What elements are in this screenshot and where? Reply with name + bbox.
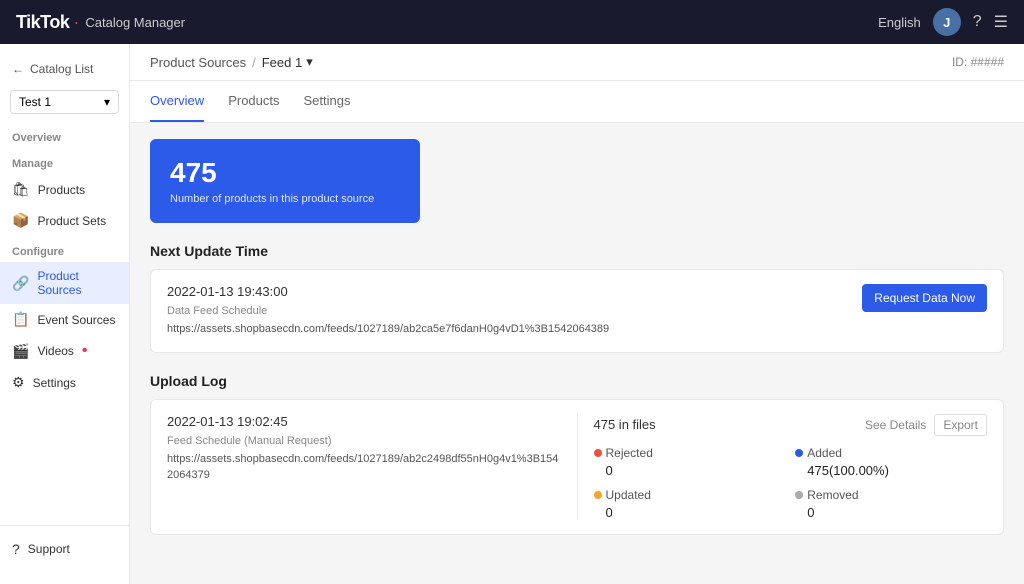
sidebar-item-product-sources[interactable]: 🔗 Product Sources (0, 262, 129, 304)
content-header: Product Sources / Feed 1 ▾ ID: ##### (130, 44, 1024, 81)
chevron-down-icon: ▾ (104, 95, 110, 109)
tiktok-logo-text: TikTok (16, 12, 69, 33)
breadcrumb-current: Feed 1 ▾ (262, 54, 313, 70)
sidebar-item-videos[interactable]: 🎬 Videos • (0, 335, 129, 367)
updated-value: 0 (594, 505, 786, 520)
sidebar-section-overview: Overview (0, 122, 129, 148)
product-sources-icon: 🔗 (12, 275, 29, 292)
sidebar-section-configure: Configure (0, 236, 129, 262)
update-time: 2022-01-13 19:43:00 (167, 284, 850, 299)
stat-rejected: Rejected 0 (594, 446, 786, 478)
product-sets-icon: 📦 (12, 212, 29, 229)
breadcrumb-separator: / (252, 55, 256, 70)
export-button[interactable]: Export (934, 414, 987, 436)
upload-log-right: 475 in files See Details Export Rejected (578, 414, 988, 520)
stat-removed: Removed 0 (795, 488, 987, 520)
feed-id: ID: ##### (952, 55, 1004, 69)
tabs-bar: Overview Products Settings (130, 81, 1024, 123)
stat-added: Added 475(100.00%) (795, 446, 987, 478)
back-icon: ← (12, 62, 24, 76)
rejected-value: 0 (594, 463, 786, 478)
main-layout: ← Catalog List Test 1 ▾ Overview Manage … (0, 44, 1024, 584)
menu-icon[interactable]: ☰ (994, 12, 1008, 32)
next-update-title: Next Update Time (150, 243, 1004, 259)
catalog-selector[interactable]: Test 1 ▾ (10, 90, 119, 114)
products-count-label: Number of products in this product sourc… (170, 193, 400, 205)
breadcrumb-parent[interactable]: Product Sources (150, 55, 246, 70)
sidebar-item-product-sets[interactable]: 📦 Product Sets (0, 205, 129, 236)
tab-products[interactable]: Products (228, 81, 279, 122)
event-sources-icon: 📋 (12, 311, 29, 328)
upload-log-schedule: Feed Schedule (Manual Request) (167, 435, 561, 447)
upload-stats-header: 475 in files See Details Export (594, 414, 988, 436)
upload-log-title: Upload Log (150, 373, 1004, 389)
stats-card: 475 Number of products in this product s… (150, 139, 420, 223)
update-feed-url: https://assets.shopbasecdn.com/feeds/102… (167, 321, 850, 338)
language-selector[interactable]: English (878, 15, 921, 30)
inner-content: 475 Number of products in this product s… (130, 123, 1024, 551)
sidebar-item-support[interactable]: ? Support (0, 534, 129, 564)
stat-updated: Updated 0 (594, 488, 786, 520)
upload-stats-grid: Rejected 0 Added 475(100.00%) (594, 446, 988, 520)
topnav-left: TikTok · Catalog Manager (16, 12, 185, 33)
upload-files-label: 475 in files (594, 417, 656, 432)
removed-value: 0 (795, 505, 987, 520)
upload-log-time: 2022-01-13 19:02:45 (167, 414, 561, 429)
request-data-now-button[interactable]: Request Data Now (862, 284, 987, 312)
help-icon[interactable]: ? (973, 13, 982, 31)
topnav-right: English J ? ☰ (878, 8, 1008, 36)
settings-icon: ⚙ (12, 374, 25, 391)
chevron-down-icon[interactable]: ▾ (306, 54, 313, 70)
support-icon: ? (12, 541, 20, 557)
breadcrumb: Product Sources / Feed 1 ▾ (150, 54, 313, 70)
removed-dot (795, 491, 803, 499)
tiktok-logo: TikTok · (16, 12, 79, 33)
update-schedule-label: Data Feed Schedule (167, 305, 850, 317)
upload-log-card: 2022-01-13 19:02:45 Feed Schedule (Manua… (150, 399, 1004, 535)
upload-log-left: 2022-01-13 19:02:45 Feed Schedule (Manua… (167, 414, 578, 520)
sidebar-section-manage: Manage (0, 148, 129, 174)
topnav: TikTok · Catalog Manager English J ? ☰ (0, 0, 1024, 44)
see-details-button[interactable]: See Details (865, 414, 926, 436)
upload-actions: See Details Export (865, 414, 987, 436)
catalog-list-back[interactable]: ← Catalog List (0, 56, 129, 82)
videos-badge: • (82, 342, 88, 360)
sidebar-item-products[interactable]: 🛍 Products (0, 174, 129, 205)
update-card-left: 2022-01-13 19:43:00 Data Feed Schedule h… (167, 284, 850, 338)
tiktok-logo-dot: · (73, 12, 79, 33)
sidebar-item-settings[interactable]: ⚙ Settings (0, 367, 129, 398)
sidebar-bottom: ? Support (0, 525, 129, 572)
tab-overview[interactable]: Overview (150, 81, 204, 122)
rejected-dot (594, 449, 602, 457)
sidebar: ← Catalog List Test 1 ▾ Overview Manage … (0, 44, 130, 584)
next-update-card: 2022-01-13 19:43:00 Data Feed Schedule h… (150, 269, 1004, 353)
catalog-manager-label: Catalog Manager (85, 15, 185, 30)
sidebar-item-event-sources[interactable]: 📋 Event Sources (0, 304, 129, 335)
added-dot (795, 449, 803, 457)
upload-log-url: https://assets.shopbasecdn.com/feeds/102… (167, 451, 561, 484)
added-value: 475(100.00%) (795, 463, 987, 478)
products-icon: 🛍 (12, 181, 30, 198)
avatar[interactable]: J (933, 8, 961, 36)
tab-settings[interactable]: Settings (304, 81, 351, 122)
videos-icon: 🎬 (12, 343, 29, 360)
updated-dot (594, 491, 602, 499)
content-area: Product Sources / Feed 1 ▾ ID: ##### Ove… (130, 44, 1024, 584)
products-count: 475 (170, 157, 400, 189)
